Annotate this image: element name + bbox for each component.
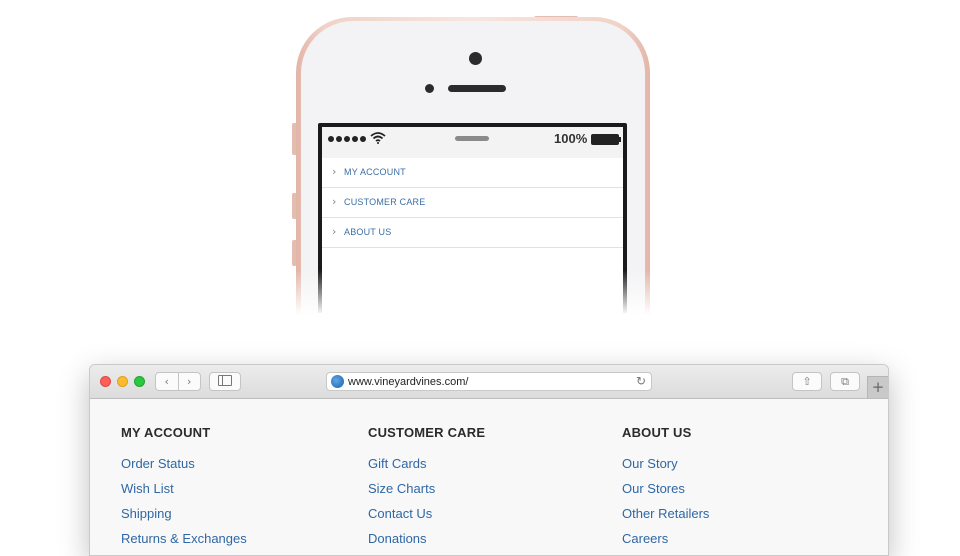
front-camera	[469, 52, 482, 65]
footer-link[interactable]: Gift Cards	[368, 456, 485, 481]
mobile-menu-item-my-account[interactable]: › MY ACCOUNT	[322, 158, 623, 188]
footer-link[interactable]: Size Charts	[368, 481, 485, 506]
plus-icon: +	[871, 378, 885, 396]
chevron-right-icon: ›	[332, 195, 337, 208]
phone-bottom-fade	[280, 270, 670, 320]
footer-column-my-account: MY ACCOUNT Order Status Wish List Shippi…	[121, 425, 247, 555]
mobile-menu-item-about-us[interactable]: › ABOUT US	[322, 218, 623, 248]
mobile-menu-label: CUSTOMER CARE	[344, 197, 426, 207]
footer-link[interactable]: Returns & Exchanges	[121, 531, 247, 555]
phone-status-bar: 100%	[322, 127, 623, 158]
sidebar-icon	[218, 375, 232, 386]
footer-link[interactable]: Careers	[622, 531, 709, 555]
forward-icon[interactable]: ›	[179, 373, 201, 390]
wifi-icon	[370, 132, 386, 146]
proximity-sensor	[425, 84, 434, 93]
back-forward-group: ‹ ›	[155, 372, 201, 391]
footer-link[interactable]: Wish List	[121, 481, 247, 506]
chevron-right-icon: ›	[332, 165, 337, 178]
sidebar-toggle-button[interactable]	[209, 372, 241, 391]
minimize-window-button[interactable]	[117, 376, 128, 387]
column-heading: ABOUT US	[622, 425, 692, 440]
browser-window: ‹ › www.vineyardvines.com/ ↻ ⇧ ⧉ + MY AC…	[89, 364, 889, 556]
browser-toolbar: ‹ › www.vineyardvines.com/ ↻ ⇧ ⧉ +	[90, 365, 888, 399]
globe-icon	[331, 375, 344, 388]
earpiece-speaker	[448, 85, 506, 92]
column-heading: CUSTOMER CARE	[368, 425, 486, 440]
footer-link[interactable]: Our Stores	[622, 481, 709, 506]
footer-link[interactable]: Contact Us	[368, 506, 485, 531]
footer-link[interactable]: Our Story	[622, 456, 709, 481]
signal-strength-icon	[328, 136, 366, 142]
footer-column-customer-care: CUSTOMER CARE Gift Cards Size Charts Con…	[368, 425, 486, 555]
phone-notch-pill	[455, 136, 489, 141]
close-window-button[interactable]	[100, 376, 111, 387]
mobile-menu-item-customer-care[interactable]: › CUSTOMER CARE	[322, 188, 623, 218]
tabs-icon: ⧉	[841, 375, 849, 388]
url-text: www.vineyardvines.com/	[348, 376, 469, 388]
reload-icon[interactable]: ↻	[636, 374, 646, 388]
mobile-menu-label: MY ACCOUNT	[344, 167, 406, 177]
zoom-window-button[interactable]	[134, 376, 145, 387]
address-bar[interactable]: www.vineyardvines.com/ ↻	[326, 372, 652, 391]
show-tabs-button[interactable]: ⧉	[830, 372, 860, 391]
footer-link[interactable]: Order Status	[121, 456, 247, 481]
chevron-right-icon: ›	[332, 225, 337, 238]
battery-icon	[591, 134, 621, 145]
new-tab-button[interactable]: +	[867, 376, 888, 398]
footer-link[interactable]: Other Retailers	[622, 506, 709, 531]
column-heading: MY ACCOUNT	[121, 425, 211, 440]
battery-percentage: 100%	[554, 131, 588, 146]
mobile-menu-label: ABOUT US	[344, 227, 392, 237]
footer-links-section: MY ACCOUNT Order Status Wish List Shippi…	[90, 399, 888, 555]
footer-column-about-us: ABOUT US Our Story Our Stores Other Reta…	[622, 425, 709, 555]
share-icon: ⇧	[802, 375, 812, 388]
footer-link[interactable]: Donations	[368, 531, 485, 555]
footer-link[interactable]: Shipping	[121, 506, 247, 531]
share-button[interactable]: ⇧	[792, 372, 822, 391]
back-icon[interactable]: ‹	[156, 373, 179, 390]
